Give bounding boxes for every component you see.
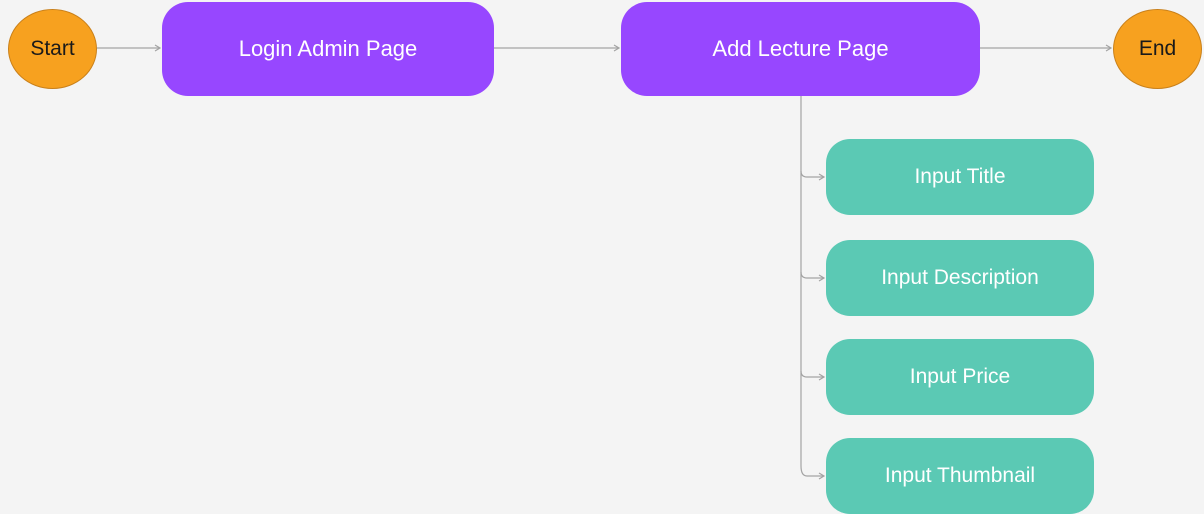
add-lecture-page-label: Add Lecture Page [712,36,889,61]
connector-to-input-title [800,170,824,178]
connector-to-input-price [800,370,824,378]
input-description-node: Input Description [826,240,1094,316]
start-node: Start [8,9,97,89]
input-title-node: Input Title [826,139,1094,215]
input-price-node: Input Price [826,339,1094,415]
input-thumbnail-label: Input Thumbnail [884,464,1036,487]
input-title-label: Input Title [914,165,1006,188]
end-node: End [1113,9,1202,89]
input-description-label: Input Description [881,266,1039,289]
start-label: Start [30,37,75,60]
input-thumbnail-node: Input Thumbnail [826,438,1094,514]
add-lecture-page-node: Add Lecture Page [621,2,980,96]
end-label: End [1138,37,1177,60]
input-price-label: Input Price [909,365,1011,388]
connector-to-input-description [800,271,824,279]
login-admin-page-label: Login Admin Page [238,36,418,61]
login-admin-page-node: Login Admin Page [162,2,494,96]
